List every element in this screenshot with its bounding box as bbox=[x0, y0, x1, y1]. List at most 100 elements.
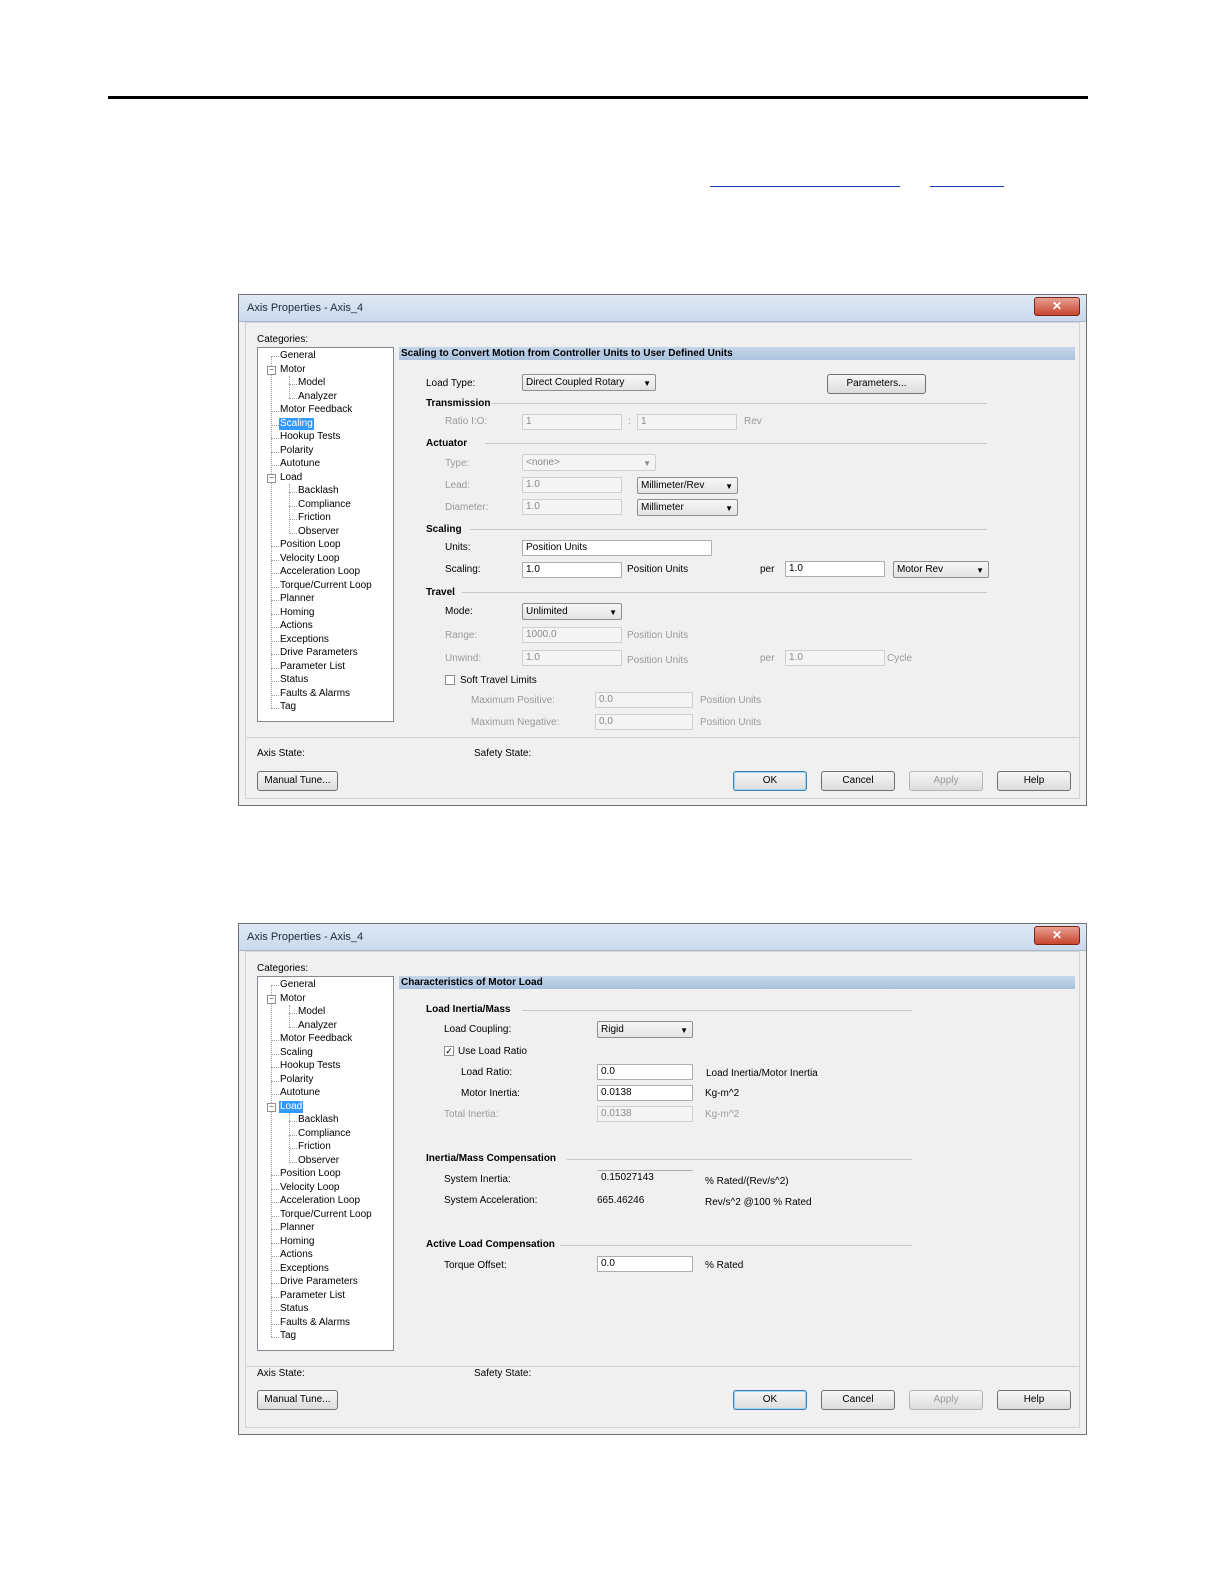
tree-item-motor[interactable]: Motor bbox=[279, 364, 307, 376]
tree-item-homing[interactable]: Homing bbox=[279, 1236, 315, 1248]
ok-button[interactable]: OK bbox=[733, 771, 807, 791]
tree-item-friction[interactable]: Friction bbox=[297, 1141, 332, 1153]
total-inertia-field[interactable]: 0.0138 bbox=[597, 1106, 693, 1122]
tree-item-position-loop[interactable]: Position Loop bbox=[279, 539, 342, 551]
cancel-button[interactable]: Cancel bbox=[821, 771, 895, 791]
tree-item-model[interactable]: Model bbox=[297, 377, 326, 389]
tree-item-parameter-list[interactable]: Parameter List bbox=[279, 661, 346, 673]
use-load-ratio-checkbox[interactable]: ✓ bbox=[444, 1046, 454, 1056]
categories-tree[interactable]: General − Motor Model Analyzer Motor Fee… bbox=[257, 347, 394, 722]
tree-item-backlash[interactable]: Backlash bbox=[297, 485, 340, 497]
tree-item-observer[interactable]: Observer bbox=[297, 1155, 340, 1167]
tree-item-actions[interactable]: Actions bbox=[279, 1249, 314, 1261]
tree-item-faults-alarms[interactable]: Faults & Alarms bbox=[279, 1317, 351, 1329]
parameters-button[interactable]: Parameters... bbox=[827, 374, 926, 394]
tree-item-exceptions[interactable]: Exceptions bbox=[279, 634, 330, 646]
units-field[interactable]: Position Units bbox=[522, 540, 712, 556]
tree-item-hookup-tests[interactable]: Hookup Tests bbox=[279, 431, 341, 443]
tree-item-planner[interactable]: Planner bbox=[279, 593, 315, 605]
range-field[interactable]: 1000.0 bbox=[522, 627, 622, 643]
tree-item-exceptions[interactable]: Exceptions bbox=[279, 1263, 330, 1275]
load-ratio-field[interactable]: 0.0 bbox=[597, 1064, 693, 1080]
load-type-select[interactable]: Direct Coupled Rotary ▼ bbox=[522, 374, 656, 391]
lead-field[interactable]: 1.0 bbox=[522, 477, 622, 493]
per-unit-select[interactable]: Motor Rev ▼ bbox=[893, 561, 989, 578]
apply-button[interactable]: Apply bbox=[909, 1390, 983, 1410]
tree-item-motor[interactable]: Motor bbox=[279, 993, 307, 1005]
help-button[interactable]: Help bbox=[997, 771, 1071, 791]
collapse-icon[interactable]: − bbox=[267, 366, 276, 375]
tree-item-position-loop[interactable]: Position Loop bbox=[279, 1168, 342, 1180]
tree-item-actions[interactable]: Actions bbox=[279, 620, 314, 632]
torque-offset-field[interactable]: 0.0 bbox=[597, 1256, 693, 1272]
tree-item-load[interactable]: Load bbox=[279, 472, 303, 484]
soft-travel-limits-checkbox[interactable] bbox=[445, 675, 455, 685]
tree-item-acceleration-loop[interactable]: Acceleration Loop bbox=[279, 566, 361, 578]
tree-item-status[interactable]: Status bbox=[279, 1303, 309, 1315]
tree-item-friction[interactable]: Friction bbox=[297, 512, 332, 524]
tree-item-motor-feedback[interactable]: Motor Feedback bbox=[279, 1033, 353, 1045]
per-field[interactable]: 1.0 bbox=[785, 561, 885, 577]
collapse-icon[interactable]: − bbox=[267, 474, 276, 483]
mode-select[interactable]: Unlimited ▼ bbox=[522, 603, 622, 620]
unwind-per-field[interactable]: 1.0 bbox=[785, 650, 885, 666]
actuator-type-select[interactable]: <none> ▼ bbox=[522, 454, 656, 471]
tree-item-acceleration-loop[interactable]: Acceleration Loop bbox=[279, 1195, 361, 1207]
tree-item-autotune[interactable]: Autotune bbox=[279, 1087, 321, 1099]
diameter-unit-select[interactable]: Millimeter ▼ bbox=[637, 499, 738, 516]
tree-item-status[interactable]: Status bbox=[279, 674, 309, 686]
tree-item-model[interactable]: Model bbox=[297, 1006, 326, 1018]
tree-item-general[interactable]: General bbox=[279, 350, 317, 362]
tree-item-scaling[interactable]: Scaling bbox=[279, 1047, 314, 1059]
tree-item-observer[interactable]: Observer bbox=[297, 526, 340, 538]
tree-item-backlash[interactable]: Backlash bbox=[297, 1114, 340, 1126]
help-button[interactable]: Help bbox=[997, 1390, 1071, 1410]
load-coupling-select[interactable]: Rigid ▼ bbox=[597, 1021, 693, 1038]
tree-item-torque-current-loop[interactable]: Torque/Current Loop bbox=[279, 580, 373, 592]
cancel-button[interactable]: Cancel bbox=[821, 1390, 895, 1410]
lead-unit-select[interactable]: Millimeter/Rev ▼ bbox=[637, 477, 738, 494]
collapse-icon[interactable]: − bbox=[267, 1103, 276, 1112]
categories-tree[interactable]: General − Motor Model Analyzer Motor Fee… bbox=[257, 976, 394, 1351]
max-positive-field[interactable]: 0.0 bbox=[595, 692, 693, 708]
max-negative-field[interactable]: 0.0 bbox=[595, 714, 693, 730]
tree-item-velocity-loop[interactable]: Velocity Loop bbox=[279, 553, 341, 565]
diameter-field[interactable]: 1.0 bbox=[522, 499, 622, 515]
collapse-icon[interactable]: − bbox=[267, 995, 276, 1004]
tree-item-faults-alarms[interactable]: Faults & Alarms bbox=[279, 688, 351, 700]
tree-item-tag[interactable]: Tag bbox=[279, 1330, 297, 1342]
tree-item-compliance[interactable]: Compliance bbox=[297, 1128, 352, 1140]
tree-item-torque-current-loop[interactable]: Torque/Current Loop bbox=[279, 1209, 373, 1221]
tree-item-drive-parameters[interactable]: Drive Parameters bbox=[279, 647, 359, 659]
tree-item-tag[interactable]: Tag bbox=[279, 701, 297, 713]
manual-tune-button[interactable]: Manual Tune... bbox=[257, 771, 338, 791]
ratio-input-field[interactable]: 1 bbox=[522, 414, 622, 430]
tree-item-scaling[interactable]: Scaling bbox=[279, 418, 314, 430]
apply-button[interactable]: Apply bbox=[909, 771, 983, 791]
ratio-output-field[interactable]: 1 bbox=[637, 414, 737, 430]
close-button[interactable]: ✕ bbox=[1034, 926, 1080, 945]
tree-item-analyzer[interactable]: Analyzer bbox=[297, 1020, 338, 1032]
tree-item-homing[interactable]: Homing bbox=[279, 607, 315, 619]
tree-item-compliance[interactable]: Compliance bbox=[297, 499, 352, 511]
hyperlink-underline-2[interactable] bbox=[930, 172, 1004, 187]
unwind-field[interactable]: 1.0 bbox=[522, 650, 622, 666]
tree-item-parameter-list[interactable]: Parameter List bbox=[279, 1290, 346, 1302]
scaling-field[interactable]: 1.0 bbox=[522, 562, 622, 578]
ok-button[interactable]: OK bbox=[733, 1390, 807, 1410]
tree-item-autotune[interactable]: Autotune bbox=[279, 458, 321, 470]
close-button[interactable]: ✕ bbox=[1034, 297, 1080, 316]
tree-item-load[interactable]: Load bbox=[279, 1101, 304, 1113]
tree-item-planner[interactable]: Planner bbox=[279, 1222, 315, 1234]
tree-item-polarity[interactable]: Polarity bbox=[279, 1074, 314, 1086]
tree-item-motor-feedback[interactable]: Motor Feedback bbox=[279, 404, 353, 416]
tree-item-hookup-tests[interactable]: Hookup Tests bbox=[279, 1060, 341, 1072]
motor-inertia-field[interactable]: 0.0138 bbox=[597, 1085, 693, 1101]
manual-tune-button[interactable]: Manual Tune... bbox=[257, 1390, 338, 1410]
tree-item-analyzer[interactable]: Analyzer bbox=[297, 391, 338, 403]
tree-item-drive-parameters[interactable]: Drive Parameters bbox=[279, 1276, 359, 1288]
tree-item-velocity-loop[interactable]: Velocity Loop bbox=[279, 1182, 341, 1194]
tree-item-polarity[interactable]: Polarity bbox=[279, 445, 314, 457]
hyperlink-underline-1[interactable] bbox=[710, 172, 900, 187]
tree-item-general[interactable]: General bbox=[279, 979, 317, 991]
